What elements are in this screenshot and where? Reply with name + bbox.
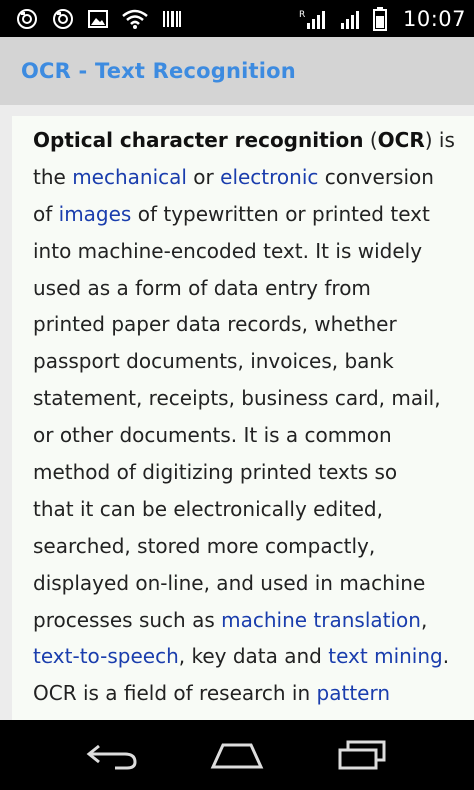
article-line: passport documents, invoices, bank (33, 343, 468, 380)
article-line: searched, stored more compactly, (33, 528, 468, 565)
text-run: OCR is a field of research in (33, 681, 317, 706)
text-run: used as a form of data entry from (33, 275, 371, 300)
text-run: , (420, 607, 428, 632)
app-title: OCR - Text Recognition (21, 59, 296, 83)
back-icon (86, 744, 137, 770)
text-run: that it can be electronically edited, (33, 496, 383, 521)
text-run: ( (363, 128, 378, 152)
article-line: statement, receipts, business card, mail… (33, 380, 468, 417)
article-line: OCR is a field of research in pattern (33, 675, 468, 712)
text-run: searched, stored more compactly, (33, 533, 376, 558)
wiki-link[interactable]: mechanical (72, 165, 187, 189)
signal-icon (339, 8, 361, 30)
text-run: . (442, 644, 450, 669)
camera-icon (52, 8, 74, 30)
text-run: method of digitizing printed texts so (33, 460, 398, 485)
battery-icon (372, 6, 387, 31)
home-icon (210, 743, 264, 769)
article-line: printed paper data records, whether (33, 306, 468, 343)
status-bar: R 10:07 (0, 0, 474, 37)
image-icon (88, 9, 108, 28)
text-run: or other documents. It is a common (33, 423, 392, 448)
text-run: of typewritten or printed text (131, 201, 430, 226)
text-run: the (33, 164, 73, 189)
article-line: displayed on-line, and used in machine (33, 565, 468, 602)
article-line: processes such as machine translation, (33, 602, 468, 639)
article-line: used as a form of data entry from (33, 270, 468, 307)
roaming-indicator: R (299, 10, 305, 20)
wifi-icon (122, 9, 148, 29)
text-run: passport documents, invoices, bank (33, 349, 394, 374)
back-button[interactable] (72, 725, 152, 785)
wiki-link[interactable]: machine translation (221, 608, 421, 632)
wiki-link[interactable]: images (59, 202, 132, 226)
text-run: ) is (424, 128, 455, 152)
wiki-link[interactable]: electronic (220, 165, 318, 189)
signal-icon: R (299, 8, 327, 30)
barcode-icon (162, 9, 182, 29)
notification-icons (16, 8, 182, 30)
article-text: Optical character recognition (OCR) is th… (33, 122, 468, 712)
text-run: into machine-encoded text. It is widely (33, 238, 423, 263)
article-line: the mechanical or electronic conversion (33, 159, 468, 196)
action-bar: OCR - Text Recognition (0, 37, 474, 105)
navigation-bar (0, 720, 474, 790)
article-line: that it can be electronically edited, (33, 491, 468, 528)
article-line: or other documents. It is a common (33, 417, 468, 454)
article-line: into machine-encoded text. It is widely (33, 233, 468, 270)
text-run: statement, receipts, business card, mail… (33, 386, 441, 411)
system-icons: R 10:07 (299, 6, 466, 31)
text-run: printed paper data records, whether (33, 312, 397, 337)
text-run: of (33, 201, 59, 226)
article-line: text-to-speech, key data and text mining… (33, 638, 468, 675)
bold-term: OCR (377, 128, 425, 152)
recents-button[interactable] (322, 725, 402, 785)
home-button[interactable] (197, 725, 277, 785)
text-run: conversion (318, 164, 434, 189)
article-line: Optical character recognition (OCR) is (33, 122, 468, 159)
wiki-link[interactable]: text mining (328, 644, 442, 668)
bold-term: Optical character recognition (33, 128, 364, 152)
text-run: displayed on-line, and used in machine (33, 570, 426, 595)
clock: 10:07 (402, 6, 466, 31)
text-run: or (186, 164, 221, 189)
text-run: processes such as (33, 607, 222, 632)
text-run: , key data and (178, 644, 329, 669)
article-panel[interactable]: Optical character recognition (OCR) is th… (12, 116, 474, 720)
wiki-link[interactable]: pattern (317, 681, 391, 705)
content-area[interactable]: Optical character recognition (OCR) is th… (0, 105, 474, 720)
article-line: of images of typewritten or printed text (33, 196, 468, 233)
wiki-link[interactable]: text-to-speech (33, 644, 179, 668)
recents-icon (338, 740, 386, 770)
camera-icon (16, 8, 38, 30)
article-line: method of digitizing printed texts so (33, 454, 468, 491)
